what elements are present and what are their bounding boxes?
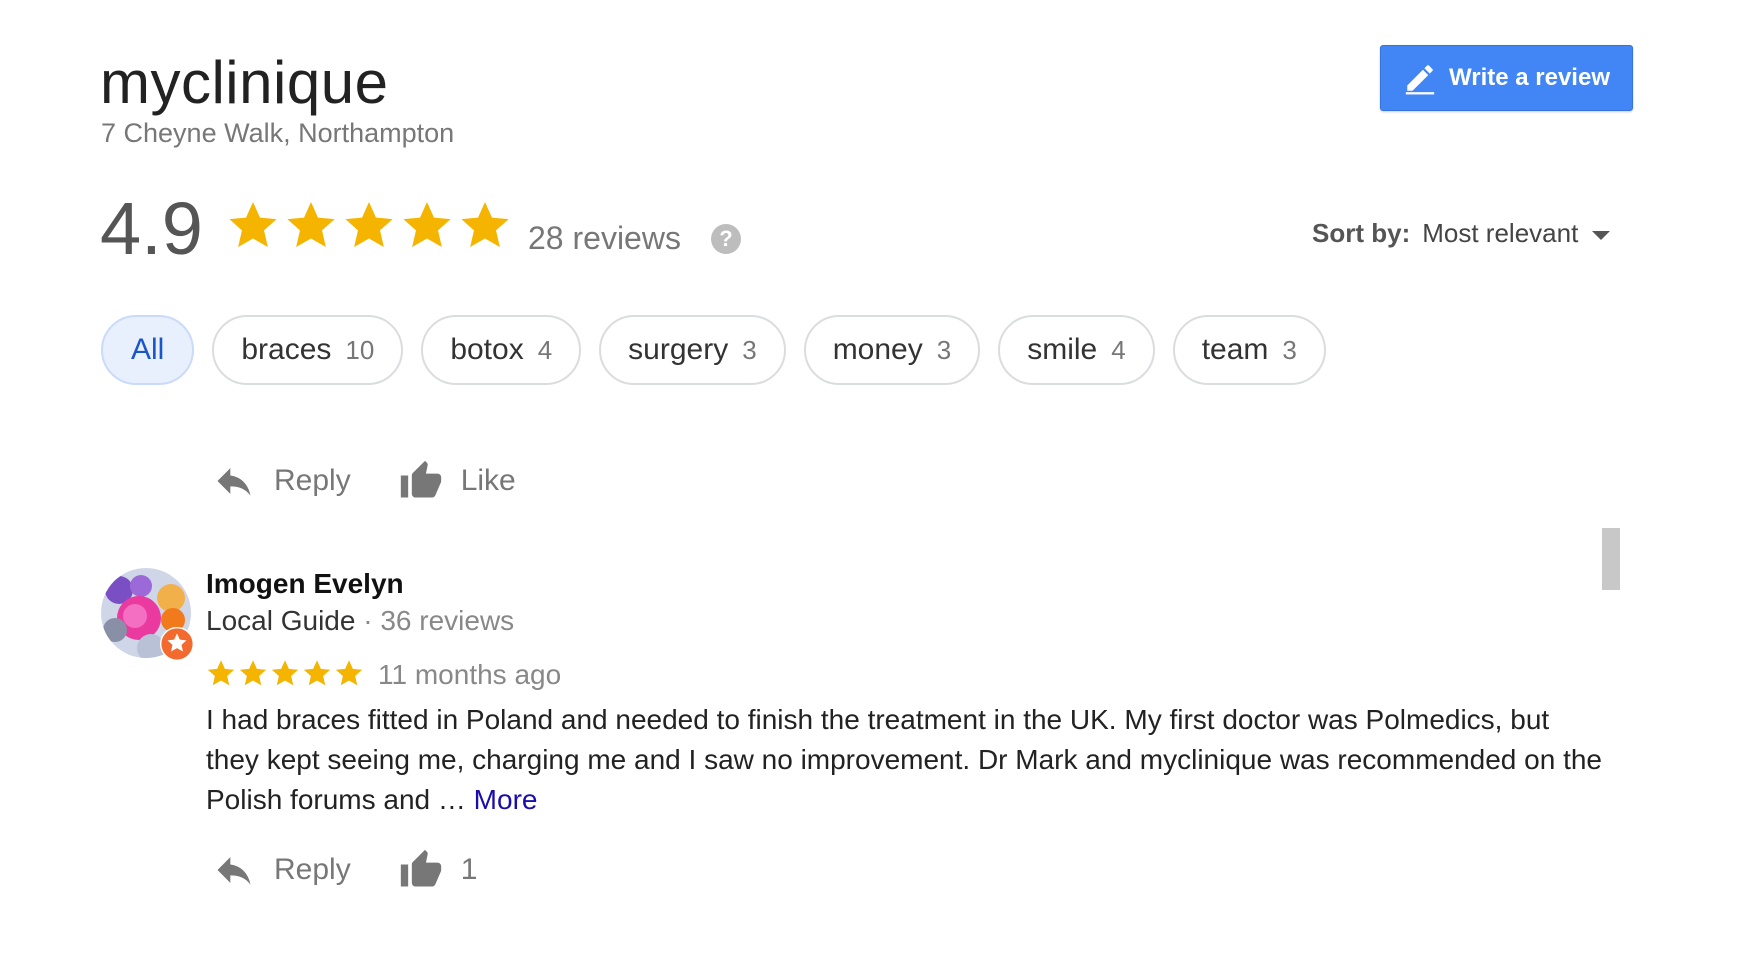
chip-label: smile	[1027, 333, 1098, 366]
reply-icon	[217, 857, 251, 885]
chip-label: botox	[450, 333, 524, 366]
reviewer-review-count: 36 reviews	[380, 605, 515, 636]
sort-dropdown[interactable]: Sort by: Most relevant	[1312, 218, 1611, 249]
write-review-button[interactable]: Write a review	[1380, 45, 1633, 111]
star-icon	[403, 202, 451, 248]
star-icon	[345, 202, 393, 248]
reply-button[interactable]: Reply	[212, 459, 351, 503]
help-icon[interactable]: ?	[711, 224, 741, 254]
chip-braces[interactable]: braces 10	[212, 315, 404, 385]
like-label: Like	[460, 464, 516, 497]
pencil-icon	[1405, 65, 1435, 95]
chip-label: team	[1201, 333, 1269, 366]
business-name: myclinique	[100, 49, 389, 116]
star-icon	[207, 660, 235, 686]
chip-count: 4	[1111, 334, 1126, 365]
chip-count: 10	[345, 334, 375, 365]
meta-separator: ·	[363, 605, 373, 636]
reviews-panel: myclinique 7 Cheyne Walk, Northampton Wr…	[0, 0, 1751, 975]
star-icon	[287, 202, 335, 248]
rating-value: 4.9	[100, 187, 203, 270]
reviewer-meta: Local Guide · 36 reviews	[206, 605, 514, 637]
chip-count: 3	[936, 334, 952, 365]
star-icon	[335, 660, 363, 686]
sort-label: Sort by:	[1312, 218, 1411, 248]
previous-review-actions: Reply Like	[212, 459, 516, 503]
chip-team[interactable]: team 3	[1172, 315, 1326, 385]
chip-all[interactable]: All	[101, 315, 195, 385]
reviewer-name[interactable]: Imogen Evelyn	[206, 568, 404, 600]
reply-label: Reply	[274, 853, 351, 886]
business-address: 7 Cheyne Walk, Northampton	[101, 118, 455, 148]
review-date: 11 months ago	[378, 659, 562, 690]
chip-label: surgery	[628, 333, 729, 366]
local-guide-badge-icon	[160, 627, 194, 661]
chip-label: All	[131, 333, 165, 366]
chip-botox[interactable]: botox 4	[421, 315, 582, 385]
chip-money[interactable]: money 3	[803, 315, 981, 385]
more-link[interactable]: More	[474, 784, 538, 815]
topic-filter-chips: All braces 10 botox 4 surgery 3 money 3 …	[101, 315, 1326, 385]
rating-stars	[226, 198, 512, 252]
thumbs-up-icon	[400, 849, 441, 887]
like-button[interactable]: 1	[399, 848, 478, 892]
star-icon	[461, 202, 509, 248]
review-actions: Reply 1	[212, 848, 477, 892]
chip-count: 4	[537, 334, 553, 365]
chip-label: money	[832, 333, 923, 366]
chip-label: braces	[241, 333, 332, 366]
star-icon	[229, 202, 277, 248]
star-icon	[303, 660, 331, 686]
total-reviews-count[interactable]: 28 reviews	[528, 220, 681, 257]
write-review-label: Write a review	[1449, 64, 1610, 91]
like-button[interactable]: Like	[399, 459, 516, 503]
star-icon	[239, 660, 267, 686]
caret-down-icon	[1592, 231, 1611, 240]
chip-surgery[interactable]: surgery 3	[599, 315, 786, 385]
scrollbar-thumb[interactable]	[1602, 528, 1620, 590]
local-guide-label: Local Guide	[206, 605, 356, 636]
sort-value: Most relevant	[1422, 218, 1579, 248]
thumbs-up-icon	[400, 460, 441, 498]
review-body: I had braces fitted in Poland and needed…	[206, 704, 1603, 815]
review-stars	[206, 658, 364, 688]
reply-icon	[217, 468, 251, 496]
chip-smile[interactable]: smile 4	[998, 315, 1155, 385]
reply-button[interactable]: Reply	[212, 848, 351, 892]
chip-count: 3	[1282, 334, 1297, 365]
star-icon	[271, 660, 299, 686]
chip-count: 3	[742, 334, 757, 365]
reply-label: Reply	[274, 464, 351, 497]
review-text: I had braces fitted in Poland and needed…	[206, 700, 1606, 820]
like-count: 1	[460, 853, 478, 886]
